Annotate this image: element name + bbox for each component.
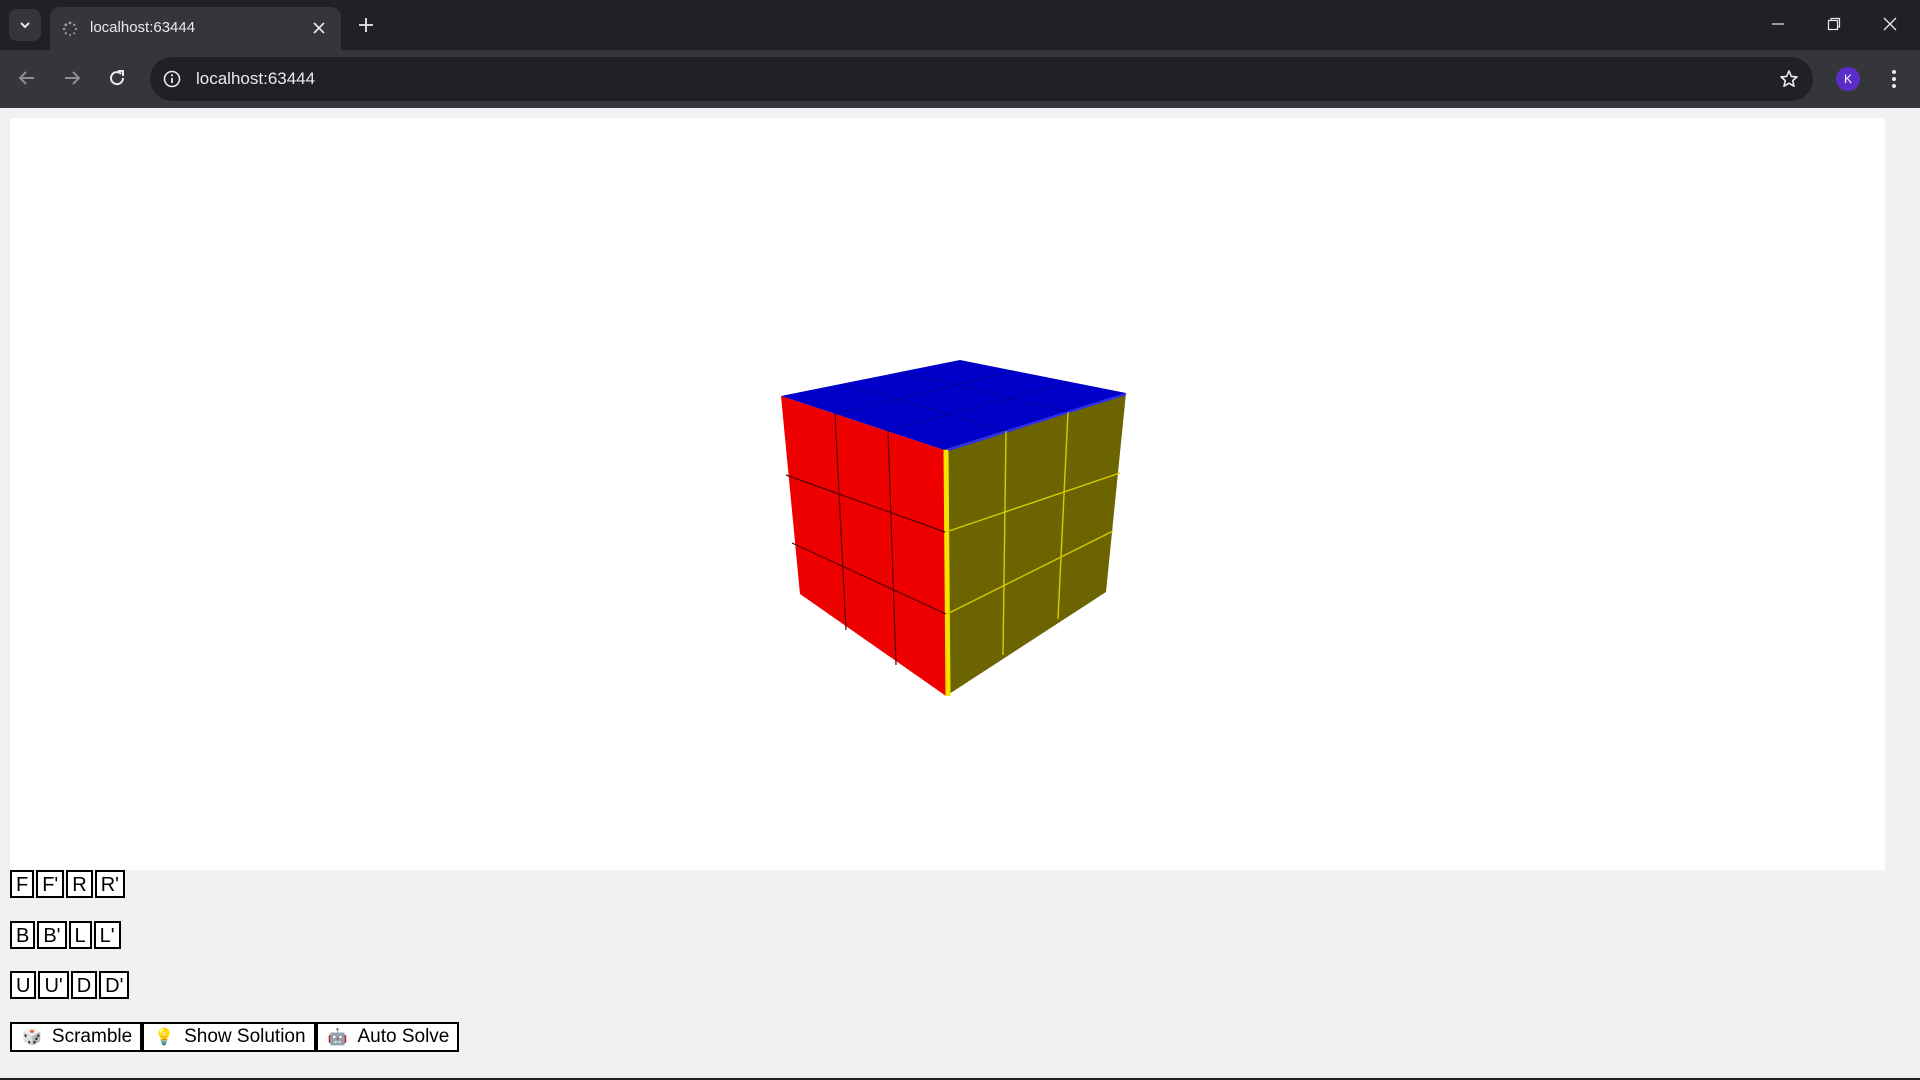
minimize-icon [1772, 23, 1784, 25]
tab-search-button[interactable] [9, 9, 41, 41]
cube-edge-highlight [943, 449, 951, 697]
move-button-f[interactable]: F [10, 870, 35, 898]
lightbulb-icon: 💡 [154, 1027, 175, 1046]
minimize-button[interactable] [1750, 0, 1806, 48]
auto-solve-button[interactable]: 🤖 Auto Solve [315, 1022, 460, 1052]
browser-tab[interactable]: localhost:63444 [50, 7, 341, 50]
star-icon [1780, 70, 1798, 87]
profile-avatar[interactable]: K [1836, 67, 1860, 91]
move-button-d[interactable]: D [70, 971, 98, 999]
scramble-button[interactable]: 🎲 Scramble [10, 1022, 143, 1052]
cube-canvas[interactable] [10, 118, 1885, 870]
tab-close-button[interactable] [307, 16, 331, 40]
auto-solve-label: Auto Solve [357, 1026, 450, 1047]
move-button-r[interactable]: R [66, 870, 93, 898]
move-row-front-right: F F' R R' [10, 870, 127, 898]
move-button-l[interactable]: L [68, 921, 92, 949]
close-icon [1883, 17, 1897, 31]
move-button-b[interactable]: B [10, 921, 36, 949]
new-tab-button[interactable] [354, 10, 378, 40]
close-window-button[interactable] [1862, 0, 1918, 48]
action-row: 🎲 Scramble 💡 Show Solution 🤖 Auto Solve [10, 1022, 460, 1052]
move-button-u-prime[interactable]: U' [38, 971, 69, 999]
tab-title: localhost:63444 [90, 19, 196, 36]
scramble-label: Scramble [51, 1026, 133, 1047]
info-icon [163, 70, 181, 88]
reload-button[interactable] [100, 61, 134, 95]
move-button-f-prime[interactable]: F' [36, 870, 65, 898]
dice-icon: 🎲 [22, 1027, 42, 1046]
move-button-r-prime[interactable]: R' [94, 870, 125, 898]
chevron-down-icon [20, 22, 30, 29]
restore-icon [1827, 17, 1841, 31]
back-button[interactable] [10, 61, 44, 95]
move-button-u[interactable]: U [10, 971, 37, 999]
reload-icon [110, 70, 125, 86]
move-button-l-prime[interactable]: L' [93, 921, 121, 949]
url-text: localhost:63444 [196, 69, 316, 88]
tab-strip: localhost:63444 [0, 0, 1920, 50]
kebab-menu-icon [1892, 70, 1896, 88]
restore-button[interactable] [1806, 0, 1862, 48]
show-solution-label: Show Solution [184, 1026, 306, 1047]
forward-button[interactable] [55, 61, 89, 95]
close-icon [313, 22, 325, 34]
arrow-right-icon [65, 71, 81, 85]
robot-icon: 🤖 [327, 1027, 348, 1046]
page-viewport: F F' R R' B B' L L' U U' D D' 🎲 Scramble 💡 Show Solu… [0, 108, 1920, 1078]
loading-spinner-icon [62, 21, 78, 36]
move-button-b-prime[interactable]: B' [37, 921, 67, 949]
show-solution-button[interactable]: 💡 Show Solution [142, 1022, 316, 1052]
browser-toolbar: localhost:63444 [0, 50, 1920, 108]
move-button-d-prime[interactable]: D' [99, 971, 130, 999]
move-row-back-left: B B' L L' [10, 921, 123, 949]
browser-menu-button[interactable] [1880, 63, 1908, 95]
plus-icon [359, 18, 373, 32]
rubiks-cube[interactable] [10, 118, 1885, 870]
site-info-button[interactable] [160, 67, 184, 91]
arrow-left-icon [18, 71, 34, 85]
move-row-up-down: U U' D D' [10, 971, 131, 999]
bookmark-button[interactable] [1777, 67, 1801, 91]
address-bar[interactable]: localhost:63444 [150, 57, 1813, 101]
